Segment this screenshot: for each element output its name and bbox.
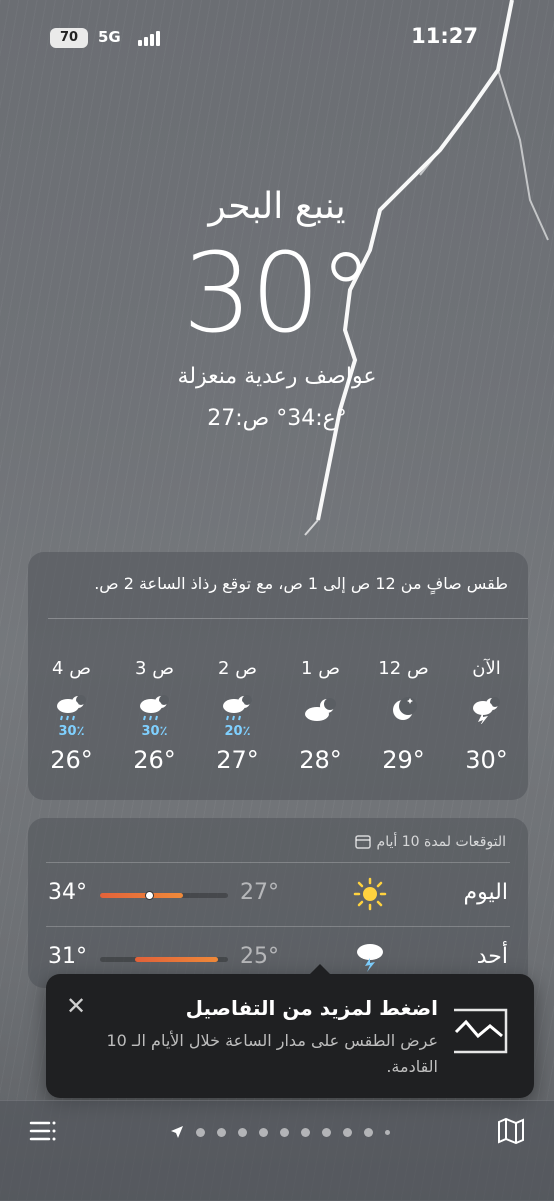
drizzle-night-icon [57, 695, 86, 721]
hour-item: الآن 30° [445, 658, 528, 778]
hour-temp: 29° [382, 746, 425, 774]
drizzle-night-icon [140, 695, 169, 721]
tooltip-body: عرض الطقس على مدار الساعة خلال الأيام ال… [106, 1031, 439, 1076]
clear-night-icon [393, 697, 417, 720]
thunderstorm-icon [357, 944, 383, 972]
hour-temp: 30° [465, 746, 508, 774]
hour-temp: 28° [299, 746, 342, 774]
sun-icon [353, 877, 387, 911]
day-low: 25° [240, 944, 279, 969]
hourly-forecast-card[interactable]: طقس صافٍ من 12 ص إلى 1 ص، مع توقع رذاذ ا… [28, 552, 528, 800]
hour-label: 3 ص [135, 658, 174, 679]
map-icon[interactable] [496, 1117, 526, 1145]
high-low-text: ع:34° ص:27° [207, 406, 347, 431]
hour-label: 2 ص [218, 658, 257, 679]
condition-text: عواصف رعدية منعزلة [177, 364, 377, 389]
tooltip-arrow [308, 964, 332, 976]
calendar-icon [354, 835, 371, 849]
precip-chance: 20٪ [224, 724, 251, 739]
details-tooltip[interactable]: ✕ اضغط لمزيد من التفاصيل عرض الطقس على م… [46, 964, 534, 1098]
hour-label: 4 ص [52, 658, 91, 679]
hour-item: 2 ص 20٪ 27° [196, 658, 279, 778]
city-name: ينبع البحر [208, 186, 346, 227]
precip-chance: 30٪ [58, 724, 85, 739]
temp-range-fill [134, 957, 218, 962]
day-low: 27° [240, 880, 279, 905]
drizzle-night-icon [223, 695, 252, 721]
current-temperature: 30° [182, 229, 374, 357]
hour-label: 1 ص [301, 658, 340, 679]
temp-range-bar [100, 891, 228, 900]
hour-temp: 26° [133, 746, 176, 774]
divider [46, 862, 510, 863]
day-high: 31° [48, 944, 87, 969]
temp-range-fill [100, 893, 184, 898]
thunderstorm-night-icon [473, 697, 500, 724]
ten-day-forecast-card[interactable]: التوقعات لمدة 10 أيام اليوم 27° 34° أحد [28, 818, 528, 988]
day-high: 34° [48, 880, 87, 905]
hour-temp: 26° [50, 746, 93, 774]
signal-icon [138, 30, 162, 46]
bottom-toolbar [0, 1100, 554, 1201]
page-indicator[interactable] [170, 1125, 390, 1139]
hour-label: 12 ص [378, 658, 429, 679]
chart-icon [454, 1008, 508, 1054]
hour-item: 3 ص 30٪ 26° [113, 658, 196, 778]
divider [48, 618, 528, 619]
hour-label: الآن [472, 658, 501, 679]
location-arrow-icon[interactable] [170, 1125, 184, 1139]
ten-day-header-label: التوقعات لمدة 10 أيام [376, 834, 506, 850]
current-temp-dot [144, 891, 154, 900]
close-icon[interactable]: ✕ [66, 992, 86, 1020]
tooltip-title: اضغط لمزيد من التفاصيل [185, 996, 438, 1020]
day-name: اليوم [463, 880, 508, 905]
precip-chance: 30٪ [141, 724, 168, 739]
hourly-list[interactable]: الآن 30° 12 ص 29° 1 ص 28° 2 ص 20٪ 27° 3 … [28, 658, 528, 778]
divider [46, 926, 510, 927]
day-name: أحد [476, 944, 508, 969]
day-row[interactable]: اليوم 27° 34° [28, 866, 528, 922]
hour-item: 12 ص 29° [362, 658, 445, 778]
hour-item: 1 ص 28° [279, 658, 362, 778]
hour-item: 4 ص 30٪ 26° [30, 658, 113, 778]
ten-day-header: التوقعات لمدة 10 أيام [354, 834, 506, 850]
partly-cloudy-night-icon [305, 698, 336, 721]
hourly-summary: طقس صافٍ من 12 ص إلى 1 ص، مع توقع رذاذ ا… [94, 574, 508, 593]
list-icon[interactable] [28, 1117, 58, 1145]
status-bar: 70 5G 11:27 [0, 22, 554, 56]
network-type: 5G [98, 28, 121, 46]
battery-indicator: 70 [50, 28, 88, 48]
clock: 11:27 [411, 24, 478, 48]
hour-temp: 27° [216, 746, 259, 774]
temp-range-bar [100, 957, 228, 962]
